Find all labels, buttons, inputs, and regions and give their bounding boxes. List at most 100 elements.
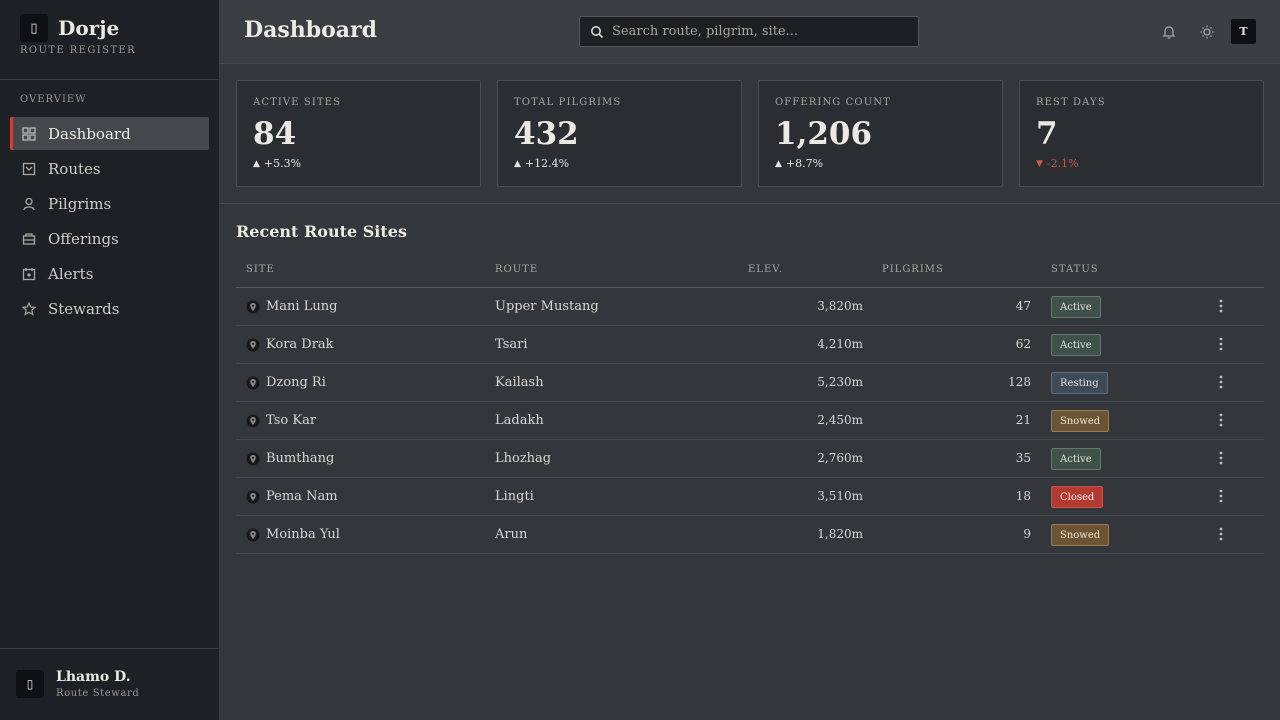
status-badge: Active [1051, 448, 1101, 470]
stat-delta: ▲ +5.3% [253, 157, 301, 170]
map-pin-icon [246, 452, 260, 466]
more-options-icon[interactable] [1215, 336, 1227, 352]
brand-name: Dorje [58, 16, 120, 40]
top-header: Dashboard T [220, 0, 1280, 64]
sidebar-item-stewards[interactable]: Stewards [10, 292, 209, 325]
elevation-value: 3,510m [817, 489, 863, 503]
site-name[interactable]: Bumthang [266, 451, 334, 466]
map-pin-icon [246, 376, 260, 390]
stat-delta: ▲ +8.7% [775, 157, 823, 170]
stat-delta-value: +12.4% [524, 157, 570, 170]
pilgrims-count: 62 [1015, 337, 1031, 351]
account-avatar[interactable]: T [1231, 19, 1256, 44]
elevation-value: 1,820m [817, 527, 863, 541]
sidebar-item-label: Routes [48, 159, 101, 178]
triangle-down-icon: ▼ [1036, 158, 1043, 169]
table-row[interactable]: Kora Drak Tsari 4,210m 62 Active [236, 326, 1264, 364]
status-badge: Snowed [1051, 524, 1110, 546]
person-icon [22, 197, 36, 211]
map-pin-icon [246, 338, 260, 352]
table-row[interactable]: Dzong Ri Kailash 5,230m 128 Resting [236, 364, 1264, 402]
stat-value: 1,206 [775, 116, 873, 152]
table-row[interactable]: Moinba Yul Arun 1,820m 9 Snowed [236, 516, 1264, 554]
table-row[interactable]: Mani Lung Upper Mustang 3,820m 47 Active [236, 288, 1264, 326]
sidebar-item-offerings[interactable]: Offerings [10, 222, 209, 255]
user-name: Lhamo D. [56, 669, 131, 685]
column-header-status[interactable]: STATUS [1051, 264, 1099, 275]
calendar-alert-icon [22, 267, 36, 281]
route-name: Lingti [495, 489, 534, 504]
stat-delta: ▼ -2.1% [1036, 157, 1079, 170]
pilgrims-count: 9 [1023, 527, 1031, 541]
elevation-value: 5,230m [817, 375, 863, 389]
site-name[interactable]: Dzong Ri [266, 375, 326, 390]
pilgrims-count: 35 [1015, 451, 1031, 465]
sidebar-item-alerts[interactable]: Alerts [10, 257, 209, 290]
sidebar-item-dashboard[interactable]: Dashboard [10, 117, 209, 150]
more-options-icon[interactable] [1215, 450, 1227, 466]
route-name: Tsari [495, 337, 528, 352]
more-options-icon[interactable] [1215, 488, 1227, 504]
sidebar-item-label: Pilgrims [48, 194, 112, 213]
section-divider [220, 203, 1280, 204]
triangle-up-icon: ▲ [253, 158, 260, 169]
column-header-route[interactable]: ROUTE [495, 264, 538, 275]
stat-value: 84 [253, 116, 297, 152]
site-name[interactable]: Moinba Yul [266, 527, 340, 542]
route-name: Upper Mustang [495, 299, 599, 314]
sidebar-item-label: Alerts [48, 264, 94, 283]
column-header-elevation[interactable]: ELEV. [748, 264, 783, 275]
route-name: Ladakh [495, 413, 544, 428]
sidebar-item-pilgrims[interactable]: Pilgrims [10, 187, 209, 220]
search-box[interactable] [579, 16, 919, 47]
site-name[interactable]: Kora Drak [266, 337, 334, 352]
stat-card-active-sites: ACTIVE SITES 84 ▲ +5.3% [236, 80, 481, 187]
pilgrims-count: 128 [1008, 375, 1031, 389]
table-row[interactable]: Pema Nam Lingti 3,510m 18 Closed [236, 478, 1264, 516]
status-badge: Closed [1051, 486, 1104, 508]
column-header-pilgrims[interactable]: PILGRIMS [882, 264, 944, 275]
search-input[interactable] [612, 24, 912, 39]
sidebar-divider [0, 648, 219, 649]
more-options-icon[interactable] [1215, 374, 1227, 390]
status-badge: Active [1051, 334, 1101, 356]
stat-value: 7 [1036, 116, 1058, 152]
stat-label: ACTIVE SITES [253, 97, 342, 108]
map-pin-icon [246, 528, 260, 542]
table-body: Mani Lung Upper Mustang 3,820m 47 Active Kora… [236, 288, 1264, 554]
sidebar-item-label: Stewards [48, 299, 120, 318]
page-title: Dashboard [244, 17, 377, 43]
map-pin-icon [246, 414, 260, 428]
elevation-value: 4,210m [817, 337, 863, 351]
site-name[interactable]: Tso Kar [266, 413, 316, 428]
status-badge: Resting [1051, 372, 1108, 394]
offering-icon [22, 232, 36, 246]
sidebar-item-routes[interactable]: Routes [10, 152, 209, 185]
pilgrims-count: 18 [1015, 489, 1031, 503]
column-header-site[interactable]: SITE [246, 264, 275, 275]
map-icon [22, 162, 36, 176]
stat-label: TOTAL PILGRIMS [514, 97, 622, 108]
table-row[interactable]: Tso Kar Ladakh 2,450m 21 Snowed [236, 402, 1264, 440]
more-options-icon[interactable] [1215, 526, 1227, 542]
stat-label: REST DAYS [1036, 97, 1106, 108]
stat-delta-value: +8.7% [785, 157, 824, 170]
more-options-icon[interactable] [1215, 412, 1227, 428]
more-options-icon[interactable] [1215, 298, 1227, 314]
stat-card-total-pilgrims: TOTAL PILGRIMS 432 ▲ +12.4% [497, 80, 742, 187]
nav-heading: OVERVIEW [20, 94, 87, 105]
table-row[interactable]: Bumthang Lhozhag 2,760m 35 Active [236, 440, 1264, 478]
user-avatar[interactable]: ▯ [16, 670, 44, 698]
settings-sun-icon[interactable] [1199, 24, 1215, 40]
map-pin-icon [246, 490, 260, 504]
pilgrims-count: 47 [1015, 299, 1031, 313]
brand-logo: ▯ [20, 14, 48, 42]
map-pin-icon [246, 300, 260, 314]
site-name[interactable]: Mani Lung [266, 299, 337, 314]
site-name[interactable]: Pema Nam [266, 489, 338, 504]
section-title: Recent Route Sites [236, 222, 407, 241]
route-sites-table: SITE ROUTE ELEV. PILGRIMS STATUS Mani Lu… [236, 254, 1264, 554]
bell-icon[interactable] [1161, 24, 1177, 40]
sidebar-divider [0, 79, 219, 80]
route-name: Lhozhag [495, 451, 552, 466]
